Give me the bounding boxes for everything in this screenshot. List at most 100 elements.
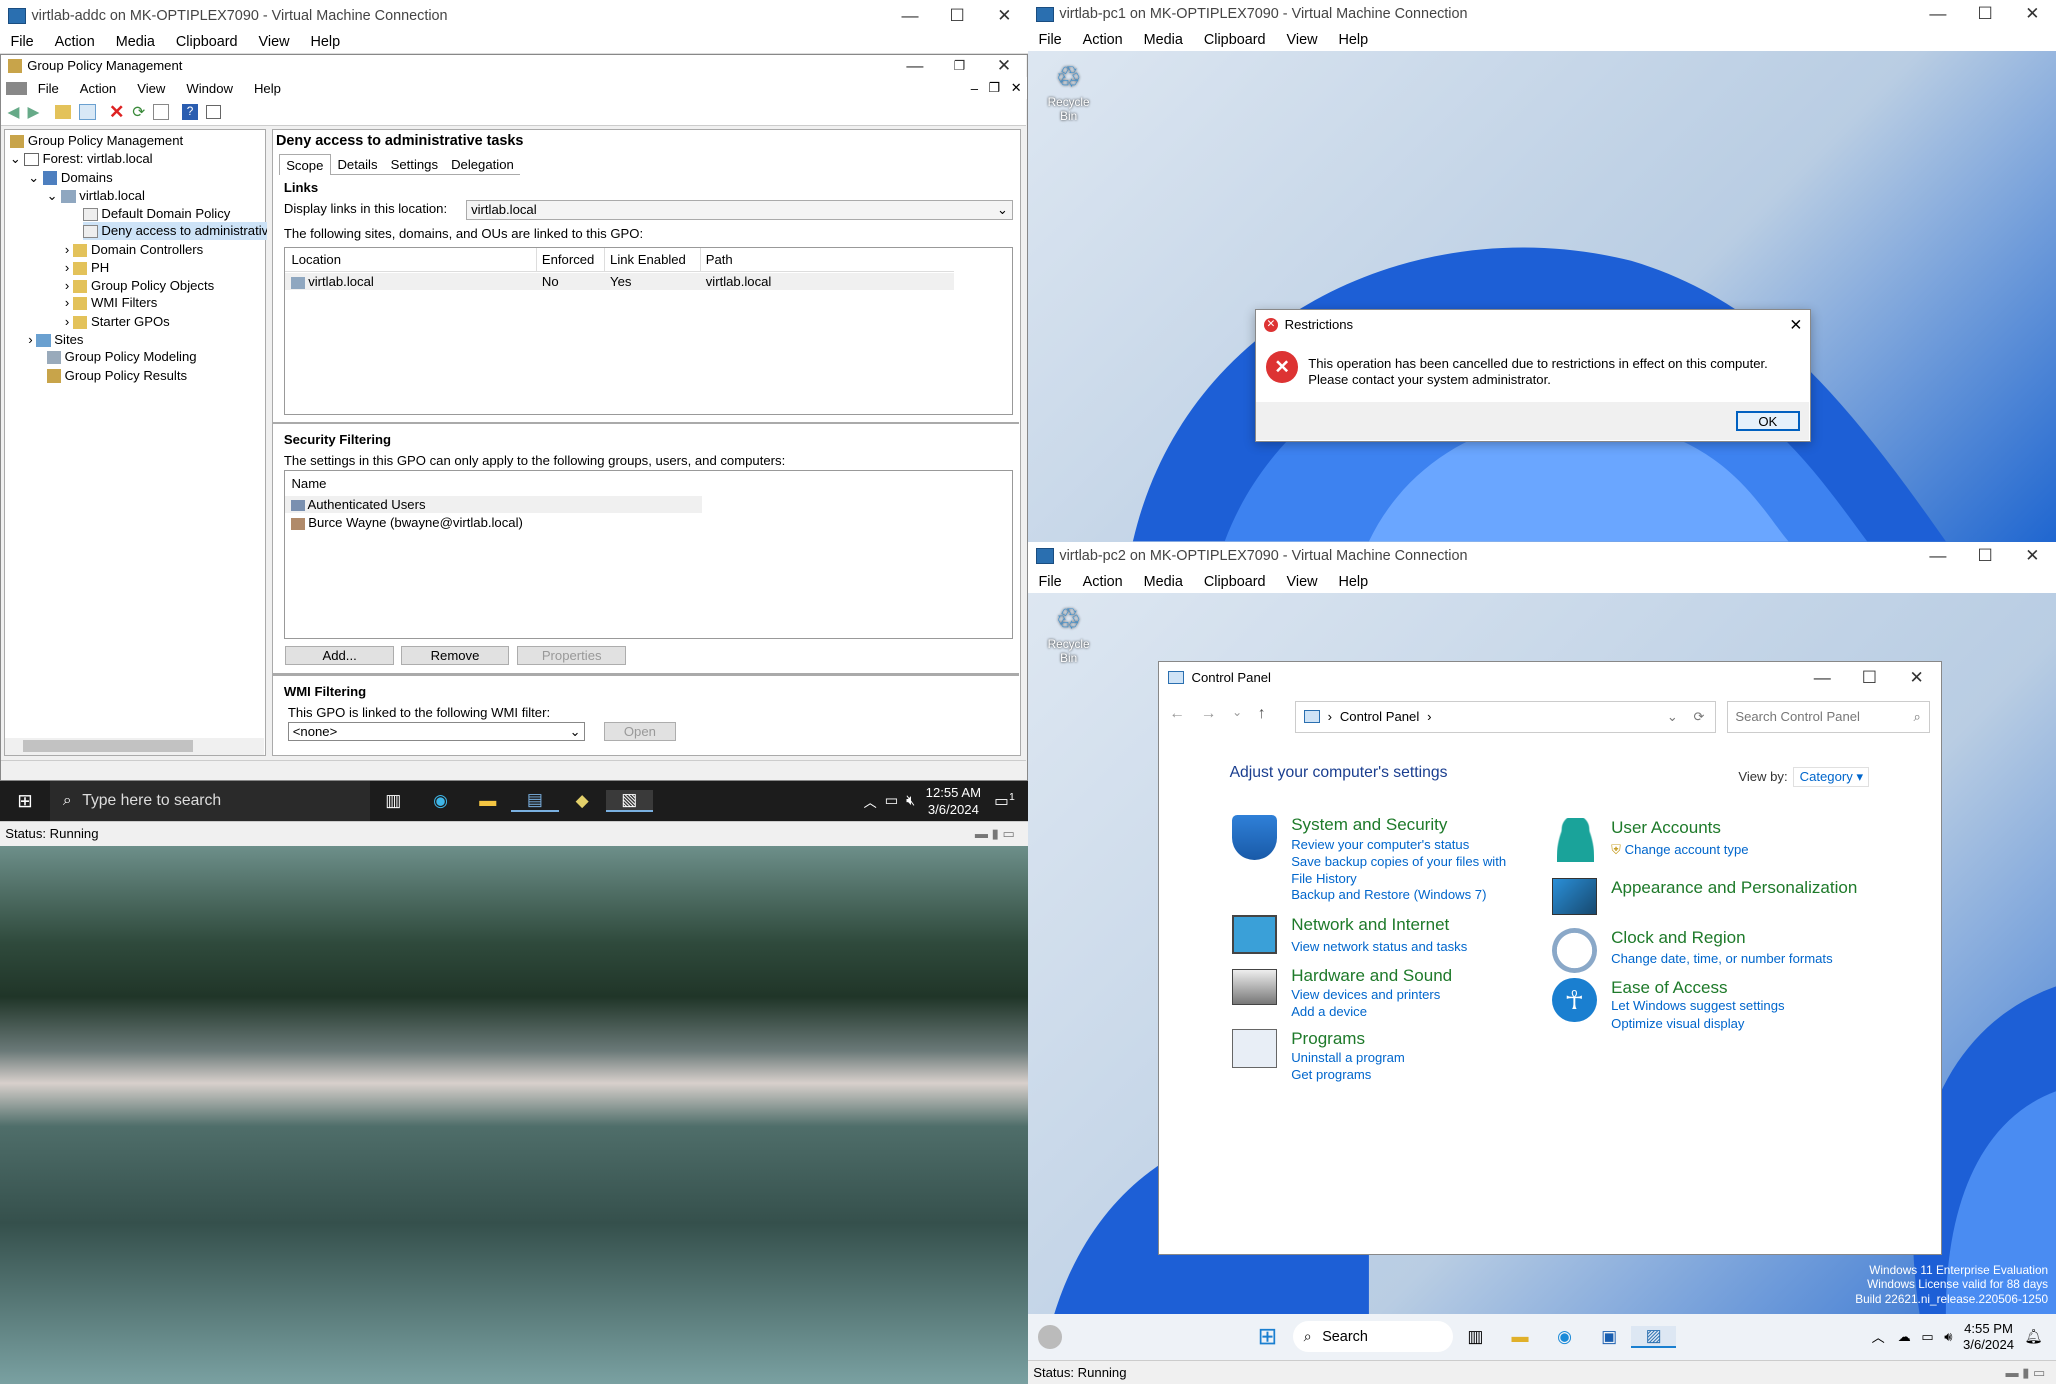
mdi-restore-button[interactable]: ❐ [983, 80, 1005, 96]
help-icon[interactable]: ? [182, 104, 198, 120]
vm-addc-titlebar[interactable]: virtlab-addc on MK-OPTIPLEX7090 - Virtua… [0, 0, 1028, 32]
file-explorer-icon[interactable]: ▬ [464, 791, 511, 811]
splitter[interactable] [273, 673, 1020, 676]
menu-help[interactable]: Help [300, 34, 351, 50]
chevron-down-icon[interactable]: ⌄ [1232, 705, 1242, 723]
control-panel-taskbar-icon[interactable]: ▨ [1631, 1325, 1676, 1348]
menu-clipboard[interactable]: Clipboard [165, 34, 248, 50]
mdi-close-button[interactable]: ✕ [1006, 80, 1027, 96]
cat-name[interactable]: User Accounts [1611, 818, 1721, 838]
chevron-down-icon[interactable]: ⌄ [1667, 709, 1678, 725]
menu-action[interactable]: Action [44, 34, 105, 50]
forward-arrow-icon[interactable]: → [1201, 705, 1217, 723]
menu-media[interactable]: Media [1133, 32, 1193, 48]
ok-button[interactable]: OK [1735, 411, 1800, 432]
taskbar-clock[interactable]: 4:55 PM 3/6/2024 [1963, 1321, 2014, 1352]
network-icon[interactable]: ▭ [1921, 1329, 1933, 1345]
cat-link[interactable]: Backup and Restore (Windows 7) [1291, 886, 1486, 903]
gpm-menu-view[interactable]: View [127, 81, 176, 96]
menu-view[interactable]: View [1276, 32, 1328, 48]
menu-view[interactable]: View [1276, 574, 1328, 590]
forward-arrow-icon[interactable]: ▶ [28, 102, 40, 122]
refresh-icon[interactable]: ⟳ [132, 102, 145, 122]
minimize-button[interactable]: — [886, 6, 933, 26]
recycle-bin[interactable]: ♲ Recycle Bin [1038, 602, 1098, 665]
volume-icon[interactable]: 🔊︎ [1944, 1329, 1952, 1345]
gpm-close-button[interactable]: ✕ [982, 56, 1027, 76]
tree-sites[interactable]: › Sites [28, 331, 83, 349]
close-button[interactable]: ✕ [981, 6, 1028, 26]
remove-button[interactable]: Remove [400, 645, 510, 666]
cat-link[interactable]: View network status and tasks [1291, 938, 1467, 955]
view-by-select[interactable]: Category ▾ [1793, 766, 1870, 788]
mdi-minimize-button[interactable]: – [966, 81, 984, 96]
back-arrow-icon[interactable]: ← [1169, 705, 1185, 723]
tray-chevron-icon[interactable]: ︿ [1872, 1327, 1885, 1346]
delete-icon[interactable]: ✕ [109, 101, 124, 123]
notification-icon[interactable]: ▭1 [994, 791, 1015, 811]
cat-name[interactable]: Hardware and Sound [1291, 966, 1452, 986]
cat-name[interactable]: Network and Internet [1291, 915, 1449, 935]
menu-clipboard[interactable]: Clipboard [1193, 32, 1276, 48]
close-button[interactable]: ✕ [2009, 546, 2056, 566]
tree-domain-controllers[interactable]: › Domain Controllers [65, 241, 203, 259]
cat-link[interactable]: Uninstall a program [1291, 1049, 1405, 1066]
cp-minimize-button[interactable]: — [1799, 668, 1846, 688]
maximize-button[interactable]: ☐ [934, 6, 981, 26]
vm-pc2-titlebar[interactable]: virtlab-pc2 on MK-OPTIPLEX7090 - Virtual… [1027, 541, 2056, 571]
cat-name[interactable]: Ease of Access [1611, 978, 1727, 998]
maximize-button[interactable]: ☐ [1962, 4, 2009, 24]
cat-link[interactable]: Add a device [1291, 1003, 1367, 1020]
table-row[interactable]: virtlab.local No Yes virtlab.local [284, 273, 954, 291]
tray-chevron-icon[interactable]: ︿ [864, 792, 877, 811]
add-button[interactable]: Add... [285, 645, 395, 666]
tree-hscrollbar[interactable] [4, 737, 265, 755]
menu-file[interactable]: File [0, 34, 44, 50]
menu-file[interactable]: File [1028, 574, 1072, 590]
tab-scope[interactable]: Scope [278, 154, 331, 176]
col-enforced[interactable]: Enforced [537, 248, 605, 271]
taskbar-search-box[interactable]: ⌕ Search [1293, 1321, 1454, 1353]
cp-close-button[interactable]: ✕ [1893, 668, 1940, 688]
col-link-enabled[interactable]: Link Enabled [605, 248, 701, 271]
menu-file[interactable]: File [1028, 32, 1072, 48]
network-icon[interactable]: ▭ [885, 793, 899, 809]
tree-wmi[interactable]: › WMI Filters [65, 294, 157, 312]
windows-start-icon[interactable]: ⊞ [0, 790, 50, 812]
onedrive-icon[interactable]: ☁ [1898, 1329, 1911, 1345]
menu-media[interactable]: Media [1133, 574, 1193, 590]
properties-icon[interactable] [205, 104, 222, 120]
dialog-close-button[interactable]: ✕ [1783, 315, 1809, 335]
edge-icon[interactable]: ◉ [417, 791, 464, 811]
tab-delegation[interactable]: Delegation [444, 154, 521, 176]
cat-name[interactable]: System and Security [1291, 815, 1447, 835]
cat-link[interactable]: Review your computer's status [1291, 836, 1469, 853]
taskbar-search-box[interactable]: ⌕ Type here to search [49, 781, 370, 821]
gpm-editor-taskbar-icon[interactable]: ▧ [605, 790, 653, 813]
menu-action[interactable]: Action [1072, 574, 1133, 590]
volume-muted-icon[interactable]: 🔇︎ [906, 793, 915, 809]
cat-link[interactable]: Change date, time, or number formats [1611, 950, 1833, 967]
menu-action[interactable]: Action [1072, 32, 1133, 48]
menu-media[interactable]: Media [105, 34, 165, 50]
cat-link[interactable]: Save backup copies of your files with Fi… [1291, 853, 1527, 887]
wmi-filter-select[interactable]: <none> ⌄ [287, 721, 586, 742]
gpm-menu-window[interactable]: Window [176, 81, 244, 96]
list-item[interactable]: Burce Wayne (bwayne@virtlab.local) [285, 514, 702, 531]
notification-bell-icon[interactable]: 🔔︎ [2025, 1328, 2043, 1345]
tree-ph[interactable]: › PH [65, 259, 109, 277]
col-location[interactable]: Location [285, 248, 537, 271]
refresh-icon[interactable]: ⟳ [1694, 709, 1705, 725]
display-links-select[interactable]: virtlab.local ⌄ [466, 199, 1013, 220]
tab-details[interactable]: Details [330, 154, 385, 176]
breadcrumb[interactable]: Control Panel [1340, 709, 1419, 724]
tree-root[interactable]: Group Policy Management [9, 132, 183, 150]
gpm-taskbar-icon[interactable]: ◆ [559, 791, 606, 811]
tree-gpo[interactable]: › Group Policy Objects [65, 277, 214, 295]
vm-pc1-titlebar[interactable]: virtlab-pc1 on MK-OPTIPLEX7090 - Virtual… [1027, 0, 2056, 29]
splitter[interactable] [273, 421, 1020, 425]
cp-search-input[interactable]: Search Control Panel ⌕ [1726, 701, 1930, 733]
file-explorer-icon[interactable]: ▬ [1498, 1327, 1543, 1347]
gpm-restore-button[interactable]: ❐ [937, 58, 982, 74]
gpm-titlebar[interactable]: Group Policy Management — ❐ ✕ [1, 54, 1027, 78]
